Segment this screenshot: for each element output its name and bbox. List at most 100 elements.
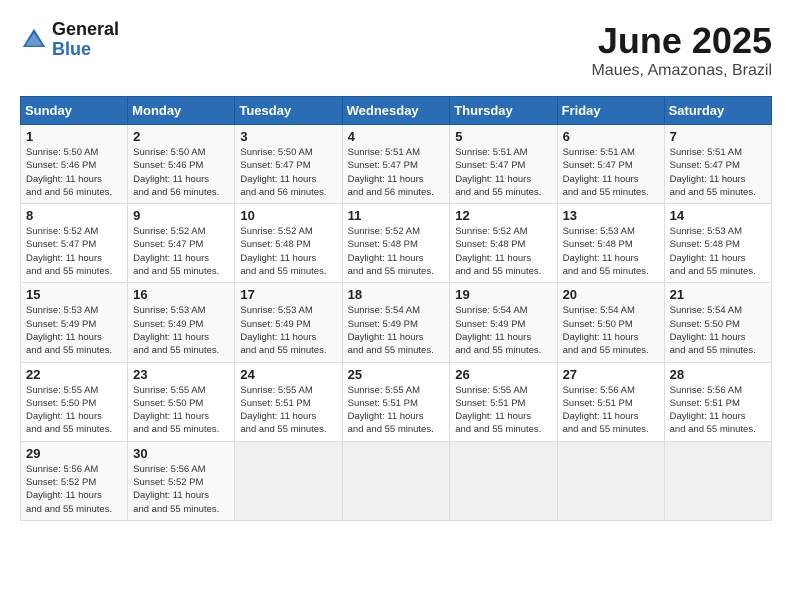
daylight-line: Daylight: 11 hours xyxy=(563,253,639,264)
day-info: Sunrise: 5:56 AMSunset: 5:51 PMDaylight:… xyxy=(563,384,659,437)
day-number: 9 xyxy=(133,208,229,223)
calendar-cell: 16 Sunrise: 5:53 AMSunset: 5:49 PMDaylig… xyxy=(128,283,235,362)
sunrise-line: Sunrise: 5:51 AM xyxy=(348,147,420,158)
daylight-minutes-line: and and 56 minutes. xyxy=(240,187,326,198)
day-number: 28 xyxy=(670,367,766,382)
day-number: 23 xyxy=(133,367,229,382)
sunset-line: Sunset: 5:52 PM xyxy=(26,477,96,488)
calendar-cell: 3 Sunrise: 5:50 AMSunset: 5:47 PMDayligh… xyxy=(235,125,342,204)
daylight-minutes-line: and and 55 minutes. xyxy=(26,345,112,356)
sunset-line: Sunset: 5:49 PM xyxy=(26,319,96,330)
sunset-line: Sunset: 5:48 PM xyxy=(348,239,418,250)
day-info: Sunrise: 5:51 AMSunset: 5:47 PMDaylight:… xyxy=(670,146,766,199)
daylight-line: Daylight: 11 hours xyxy=(240,253,316,264)
logo-text: General Blue xyxy=(52,20,119,60)
daylight-minutes-line: and and 56 minutes. xyxy=(133,187,219,198)
calendar-cell: 17 Sunrise: 5:53 AMSunset: 5:49 PMDaylig… xyxy=(235,283,342,362)
sunrise-line: Sunrise: 5:53 AM xyxy=(26,305,98,316)
daylight-line: Daylight: 11 hours xyxy=(348,253,424,264)
logo-blue-text: Blue xyxy=(52,40,119,60)
daylight-minutes-line: and and 55 minutes. xyxy=(240,345,326,356)
daylight-line: Daylight: 11 hours xyxy=(563,411,639,422)
calendar-week-row: 8 Sunrise: 5:52 AMSunset: 5:47 PMDayligh… xyxy=(21,204,772,283)
sunrise-line: Sunrise: 5:52 AM xyxy=(26,226,98,237)
sunrise-line: Sunrise: 5:55 AM xyxy=(133,385,205,396)
daylight-minutes-line: and and 55 minutes. xyxy=(670,345,756,356)
sunrise-line: Sunrise: 5:50 AM xyxy=(240,147,312,158)
day-number: 19 xyxy=(455,287,551,302)
daylight-minutes-line: and and 55 minutes. xyxy=(348,266,434,277)
day-info: Sunrise: 5:50 AMSunset: 5:46 PMDaylight:… xyxy=(26,146,122,199)
sunset-line: Sunset: 5:51 PM xyxy=(455,398,525,409)
daylight-line: Daylight: 11 hours xyxy=(240,411,316,422)
day-number: 7 xyxy=(670,129,766,144)
column-header-tuesday: Tuesday xyxy=(235,97,342,125)
calendar-cell: 11 Sunrise: 5:52 AMSunset: 5:48 PMDaylig… xyxy=(342,204,450,283)
day-info: Sunrise: 5:53 AMSunset: 5:48 PMDaylight:… xyxy=(670,225,766,278)
calendar-week-row: 29 Sunrise: 5:56 AMSunset: 5:52 PMDaylig… xyxy=(21,441,772,520)
sunset-line: Sunset: 5:51 PM xyxy=(240,398,310,409)
calendar-cell xyxy=(557,441,664,520)
daylight-minutes-line: and and 55 minutes. xyxy=(26,504,112,515)
calendar-cell: 20 Sunrise: 5:54 AMSunset: 5:50 PMDaylig… xyxy=(557,283,664,362)
daylight-line: Daylight: 11 hours xyxy=(348,332,424,343)
day-info: Sunrise: 5:52 AMSunset: 5:48 PMDaylight:… xyxy=(240,225,336,278)
daylight-minutes-line: and and 55 minutes. xyxy=(455,187,541,198)
day-number: 5 xyxy=(455,129,551,144)
day-number: 24 xyxy=(240,367,336,382)
sunrise-line: Sunrise: 5:53 AM xyxy=(240,305,312,316)
day-info: Sunrise: 5:54 AMSunset: 5:49 PMDaylight:… xyxy=(348,304,445,357)
sunrise-line: Sunrise: 5:53 AM xyxy=(563,226,635,237)
daylight-minutes-line: and and 55 minutes. xyxy=(133,424,219,435)
sunset-line: Sunset: 5:48 PM xyxy=(455,239,525,250)
column-header-thursday: Thursday xyxy=(450,97,557,125)
daylight-minutes-line: and and 55 minutes. xyxy=(133,504,219,515)
day-number: 17 xyxy=(240,287,336,302)
sunrise-line: Sunrise: 5:52 AM xyxy=(455,226,527,237)
sunrise-line: Sunrise: 5:56 AM xyxy=(670,385,742,396)
day-number: 25 xyxy=(348,367,445,382)
column-header-monday: Monday xyxy=(128,97,235,125)
calendar-header-row: SundayMondayTuesdayWednesdayThursdayFrid… xyxy=(21,97,772,125)
day-info: Sunrise: 5:52 AM Sunset: 5:48 PM Daylight:… xyxy=(455,225,551,278)
sunset-line: Sunset: 5:47 PM xyxy=(348,160,418,171)
daylight-minutes-line: and and 55 minutes. xyxy=(563,345,649,356)
calendar-cell: 29 Sunrise: 5:56 AMSunset: 5:52 PMDaylig… xyxy=(21,441,128,520)
sunset-line: Sunset: 5:47 PM xyxy=(240,160,310,171)
day-info: Sunrise: 5:56 AMSunset: 5:52 PMDaylight:… xyxy=(26,463,122,516)
sunrise-line: Sunrise: 5:56 AM xyxy=(133,464,205,475)
sunset-line: Sunset: 5:51 PM xyxy=(348,398,418,409)
day-info: Sunrise: 5:54 AMSunset: 5:50 PMDaylight:… xyxy=(563,304,659,357)
daylight-minutes-line: and and 55 minutes. xyxy=(348,424,434,435)
sunrise-line: Sunrise: 5:55 AM xyxy=(348,385,420,396)
calendar-cell: 25 Sunrise: 5:55 AMSunset: 5:51 PMDaylig… xyxy=(342,362,450,441)
daylight-line: Daylight: 11 hours xyxy=(26,174,102,185)
day-number: 20 xyxy=(563,287,659,302)
sunrise-line: Sunrise: 5:51 AM xyxy=(563,147,635,158)
location-title: Maues, Amazonas, Brazil xyxy=(591,62,772,80)
day-number: 30 xyxy=(133,446,229,461)
daylight-minutes-line: and and 56 minutes. xyxy=(348,187,434,198)
sunrise-line: Sunrise: 5:55 AM xyxy=(455,385,527,396)
daylight-line: Daylight: 11 hours xyxy=(670,174,746,185)
sunset-line: Sunset: 5:47 PM xyxy=(455,160,525,171)
sunrise-line: Sunrise: 5:51 AM xyxy=(455,147,527,158)
daylight-line: Daylight: 11 hours xyxy=(348,174,424,185)
sunrise-line: Sunrise: 5:54 AM xyxy=(455,305,527,316)
daylight-minutes-line: and and 55 minutes. xyxy=(348,345,434,356)
daylight-minutes-line: and and 55 minutes. xyxy=(563,424,649,435)
calendar-cell xyxy=(450,441,557,520)
calendar-cell: 22 Sunrise: 5:55 AMSunset: 5:50 PMDaylig… xyxy=(21,362,128,441)
day-info: Sunrise: 5:54 AMSunset: 5:50 PMDaylight:… xyxy=(670,304,766,357)
daylight-line: Daylight: 11 hours xyxy=(455,253,531,264)
day-info: Sunrise: 5:52 AM Sunset: 5:48 PM Daylight:… xyxy=(348,225,445,278)
sunset-line: Sunset: 5:47 PM xyxy=(26,239,96,250)
daylight-line: Daylight: 11 hours xyxy=(133,253,209,264)
daylight-minutes-line: and and 55 minutes. xyxy=(670,187,756,198)
day-number: 2 xyxy=(133,129,229,144)
sunrise-line: Sunrise: 5:54 AM xyxy=(348,305,420,316)
calendar-table: SundayMondayTuesdayWednesdayThursdayFrid… xyxy=(20,96,772,521)
sunrise-line: Sunrise: 5:52 AM xyxy=(348,226,420,237)
column-header-sunday: Sunday xyxy=(21,97,128,125)
day-info: Sunrise: 5:53 AMSunset: 5:48 PMDaylight:… xyxy=(563,225,659,278)
